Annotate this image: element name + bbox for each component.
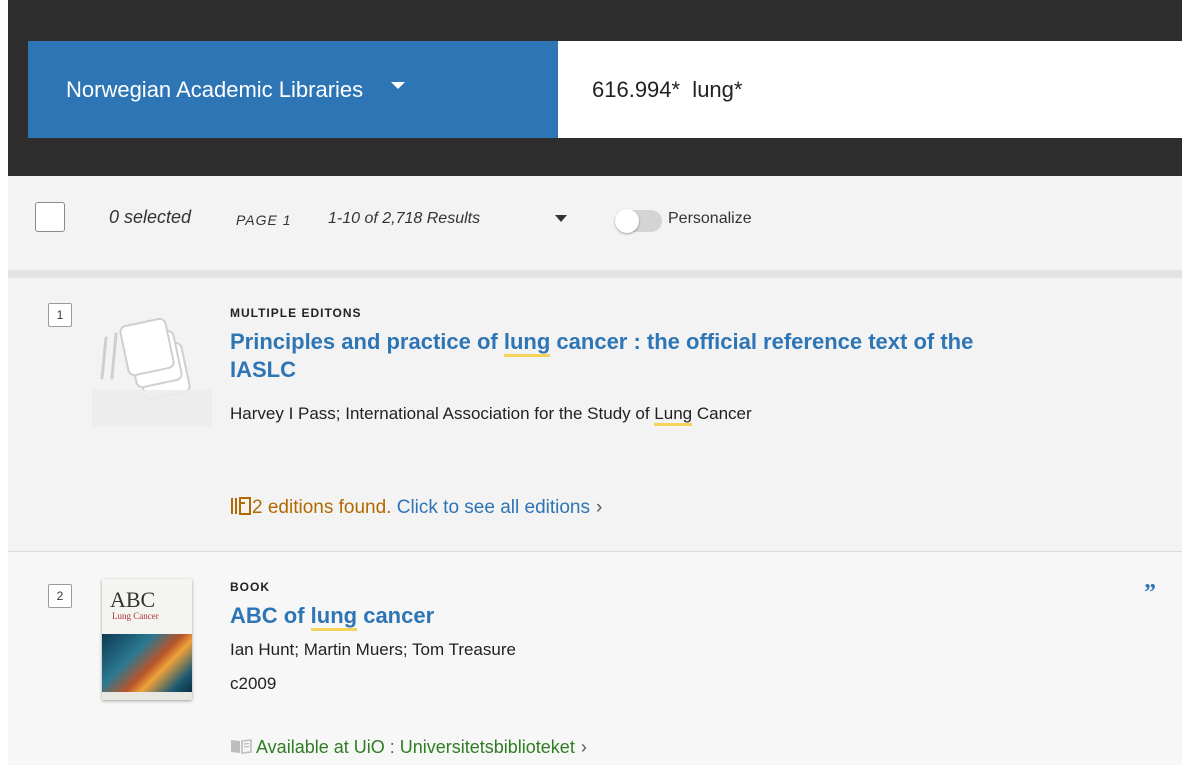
result-number: 2 xyxy=(48,584,72,608)
availability-link[interactable]: Available at UiO : Universitetsbibliotek… xyxy=(230,737,587,758)
selected-count: 0 selected xyxy=(109,207,192,227)
content-type: MULTIPLE EDITONS xyxy=(230,306,362,320)
chevron-right-icon: › xyxy=(580,737,587,757)
search-highlight: lung xyxy=(310,603,358,631)
result-item: 1 MULTIPLE EDITONS Principles and practi… xyxy=(8,278,1182,550)
personalize-label: Personalize xyxy=(668,210,752,227)
caret-down-icon xyxy=(391,82,406,89)
result-authors: Harvey I Pass; International Association… xyxy=(230,404,752,426)
search-highlight: Lung xyxy=(654,404,693,426)
editions-icon xyxy=(231,497,251,515)
result-title[interactable]: Principles and practice of lung cancer :… xyxy=(230,328,1130,384)
editions-found: 2 editions found. xyxy=(252,497,392,518)
result-item: 2 ABC Lung Cancer BOOK ABC of lung cance… xyxy=(8,551,1182,765)
cover-subtitle: Lung Cancer xyxy=(112,611,159,621)
left-gutter xyxy=(0,0,8,764)
results-toolbar: 0 selected PAGE 1 1-10 of 2,718 Results … xyxy=(8,176,1182,270)
personalize-toggle[interactable] xyxy=(615,209,662,233)
result-title[interactable]: ABC of lung cancer xyxy=(230,602,435,631)
author-text: Cancer xyxy=(692,404,752,423)
cover-footer xyxy=(102,692,192,700)
book-open-icon xyxy=(231,739,252,754)
search-input[interactable]: 616.994* lung* xyxy=(558,41,1182,138)
result-number: 1 xyxy=(48,303,72,327)
result-authors: Ian Hunt; Martin Muers; Tom Treasure xyxy=(230,640,516,659)
select-all-checkbox[interactable] xyxy=(35,202,65,232)
quote-icon[interactable]: ” xyxy=(1144,580,1156,607)
result-date: c2009 xyxy=(230,674,277,693)
title-text: ABC of xyxy=(230,603,311,628)
title-text: IASLC xyxy=(230,357,296,382)
title-text: cancer xyxy=(357,603,435,628)
results-count: 1-10 of 2,718 Results xyxy=(328,210,481,227)
availability-text: Available at UiO : Universitetsbibliotek… xyxy=(256,737,575,757)
author-text: Harvey I Pass; International Association… xyxy=(230,404,655,423)
cover-title: ABC xyxy=(110,587,156,612)
results-panel: 0 selected PAGE 1 1-10 of 2,718 Results … xyxy=(8,176,1182,765)
title-text: Principles and practice of xyxy=(230,329,504,354)
book-cover-thumbnail[interactable]: ABC Lung Cancer xyxy=(102,579,192,700)
search-highlight: lung xyxy=(503,329,551,357)
scope-label: Norwegian Academic Libraries xyxy=(66,76,364,102)
multiple-editions-icon xyxy=(92,298,212,426)
chevron-right-icon: › xyxy=(596,497,603,518)
content-type: BOOK xyxy=(230,580,270,594)
divider xyxy=(8,270,1182,278)
cover-image xyxy=(102,634,192,692)
results-menu-caret-icon[interactable] xyxy=(555,215,567,222)
scope-dropdown[interactable]: Norwegian Academic Libraries xyxy=(28,41,558,138)
page-indicator: PAGE 1 xyxy=(236,212,292,228)
editions-link[interactable]: 2 editions found. Click to see all editi… xyxy=(230,496,602,519)
title-text: cancer : the official reference text of … xyxy=(550,329,974,354)
toggle-knob xyxy=(615,209,639,233)
see-all-editions-link[interactable]: Click to see all editions xyxy=(397,497,590,518)
